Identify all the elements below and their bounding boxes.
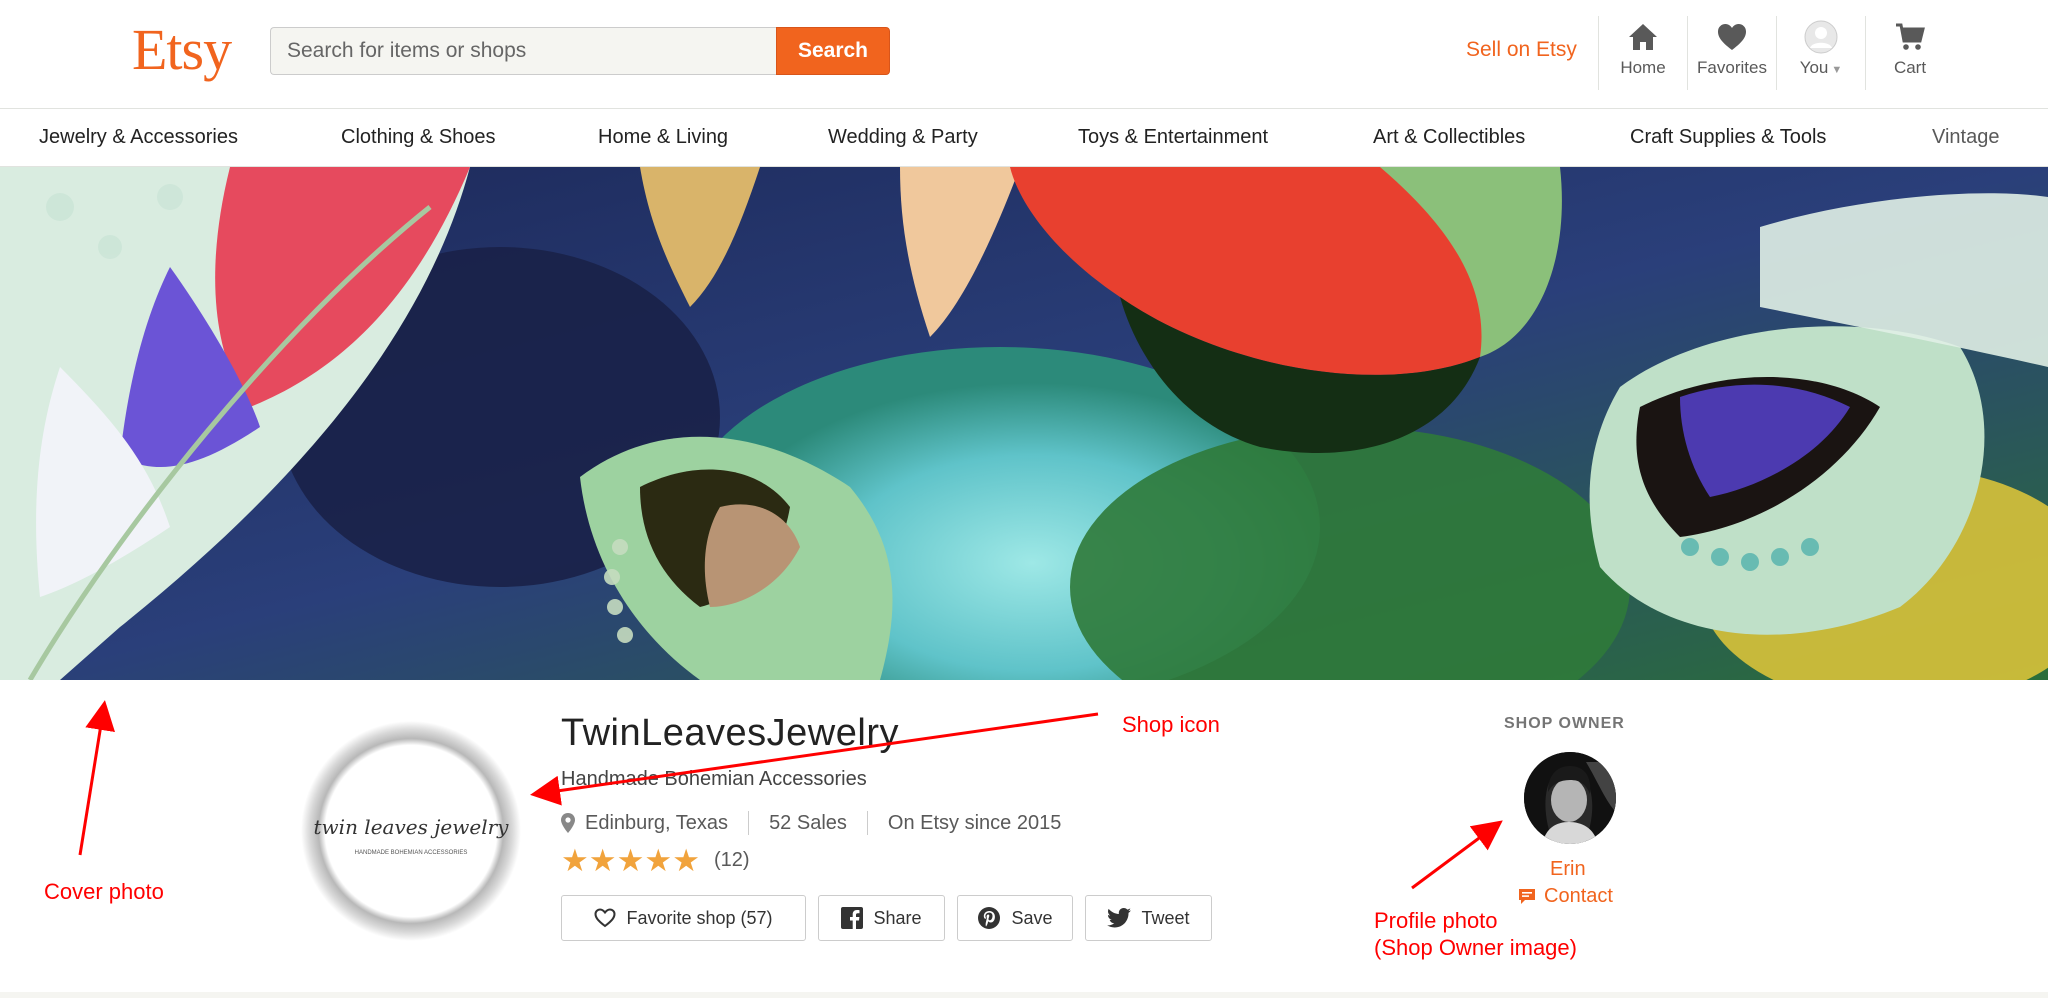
- shop-name: TwinLeavesJewelry: [561, 712, 899, 754]
- cover-photo-annotation: Cover photo: [44, 879, 164, 904]
- profile-photo-annotation-line1: Profile photo: [1374, 908, 1498, 933]
- shop-logo-graphic: twin leaves jewelry HANDMADE BOHEMIAN AC…: [301, 721, 521, 941]
- cover-photo: [0, 167, 2048, 680]
- shop-action-buttons: Favorite shop (57) Share Save Tweet: [561, 895, 1224, 941]
- owner-profile-photo[interactable]: [1524, 752, 1616, 844]
- nav-favorites[interactable]: Favorites: [1687, 16, 1776, 90]
- shop-owner-heading: SHOP OWNER: [1504, 715, 1625, 732]
- owner-name-link[interactable]: Erin: [1550, 858, 1586, 881]
- meta-divider: [866, 811, 868, 835]
- owner-avatar: [1524, 752, 1616, 844]
- category-jewelry-accessories[interactable]: Jewelry & Accessories: [39, 126, 238, 149]
- message-icon: [1519, 888, 1535, 904]
- category-art-collectibles[interactable]: Art & Collectibles: [1373, 126, 1525, 149]
- save-pinterest-button[interactable]: Save: [957, 895, 1073, 941]
- shop-meta: Edinburg, Texas 52 Sales On Etsy since 2…: [561, 811, 1061, 835]
- nav-home[interactable]: Home: [1598, 16, 1687, 90]
- search-button[interactable]: Search: [776, 27, 890, 75]
- meta-divider: [748, 811, 750, 835]
- etsy-logo[interactable]: Etsy: [132, 16, 232, 83]
- star-icon: ★: [588, 843, 617, 878]
- home-icon: [1629, 24, 1657, 50]
- shop-icon-annotation: Shop icon: [1122, 712, 1220, 737]
- category-nav: Jewelry & Accessories Clothing & Shoes H…: [0, 109, 2048, 167]
- review-count[interactable]: (12): [714, 849, 750, 872]
- cover-artwork: [0, 167, 2048, 680]
- favorite-shop-label: Favorite shop (57): [626, 907, 773, 928]
- contact-label: Contact: [1544, 885, 1613, 907]
- star-icon: ★: [616, 843, 645, 878]
- twitter-bird-icon: [1107, 908, 1132, 928]
- search-bar: Search: [270, 27, 890, 75]
- nav-favorites-label: Favorites: [1697, 58, 1767, 77]
- shop-logo-text: twin leaves jewelry: [314, 815, 510, 839]
- shop-sales[interactable]: 52 Sales: [769, 812, 847, 835]
- category-vintage[interactable]: Vintage: [1932, 126, 1999, 149]
- shop-since: On Etsy since 2015: [887, 811, 1062, 834]
- header-nav: Home Favorites You ▼ Cart: [1598, 16, 1954, 90]
- profile-photo-annotation-line2: (Shop Owner image): [1374, 935, 1577, 960]
- shop-icon-logo[interactable]: twin leaves jewelry HANDMADE BOHEMIAN AC…: [300, 720, 522, 942]
- contact-owner-link[interactable]: Contact: [1518, 885, 1613, 908]
- save-label: Save: [1011, 907, 1053, 928]
- shop-rating[interactable]: ★ ★ ★ ★ ★ (12): [561, 845, 750, 876]
- cover-photo-arrow: [78, 700, 115, 856]
- share-label: Share: [873, 907, 922, 928]
- shop-logo-subtext: HANDMADE BOHEMIAN ACCESSORIES: [355, 850, 468, 856]
- chevron-down-icon: ▼: [1831, 64, 1843, 76]
- nav-cart-label: Cart: [1893, 58, 1927, 77]
- facebook-icon: [841, 907, 864, 929]
- category-craft-supplies-tools[interactable]: Craft Supplies & Tools: [1630, 126, 1826, 149]
- tweet-button[interactable]: Tweet: [1085, 895, 1212, 941]
- category-wedding-party[interactable]: Wedding & Party: [828, 126, 978, 149]
- share-button[interactable]: Share: [818, 895, 945, 941]
- profile-photo-arrow: [1411, 820, 1503, 890]
- nav-home-label: Home: [1620, 58, 1666, 77]
- cart-icon: [1896, 23, 1925, 50]
- pinterest-icon: [978, 907, 1001, 929]
- heart-icon: [1718, 24, 1746, 50]
- site-header: Etsy Search Sell on Etsy Home Favorites …: [0, 0, 2048, 109]
- search-input[interactable]: [270, 27, 809, 75]
- category-toys-entertainment[interactable]: Toys & Entertainment: [1078, 126, 1268, 149]
- nav-you-label: You: [1799, 58, 1829, 77]
- heart-outline-icon: [594, 908, 616, 928]
- shop-location: Edinburg, Texas: [585, 811, 729, 834]
- category-home-living[interactable]: Home & Living: [598, 126, 728, 149]
- star-icon: ★: [561, 843, 589, 878]
- page-bottom-strip: [0, 992, 2048, 998]
- nav-cart[interactable]: Cart: [1865, 16, 1954, 90]
- star-icon: ★: [672, 843, 700, 878]
- tweet-label: Tweet: [1141, 907, 1190, 928]
- user-avatar-icon: [1804, 20, 1838, 54]
- category-clothing-shoes[interactable]: Clothing & Shoes: [341, 126, 496, 149]
- shop-tagline: Handmade Bohemian Accessories: [561, 768, 867, 790]
- location-pin-icon: [561, 813, 575, 833]
- nav-you[interactable]: You ▼: [1776, 16, 1865, 90]
- sell-on-etsy-link[interactable]: Sell on Etsy: [1466, 38, 1577, 62]
- favorite-shop-button[interactable]: Favorite shop (57): [561, 895, 806, 941]
- star-icon: ★: [644, 843, 673, 878]
